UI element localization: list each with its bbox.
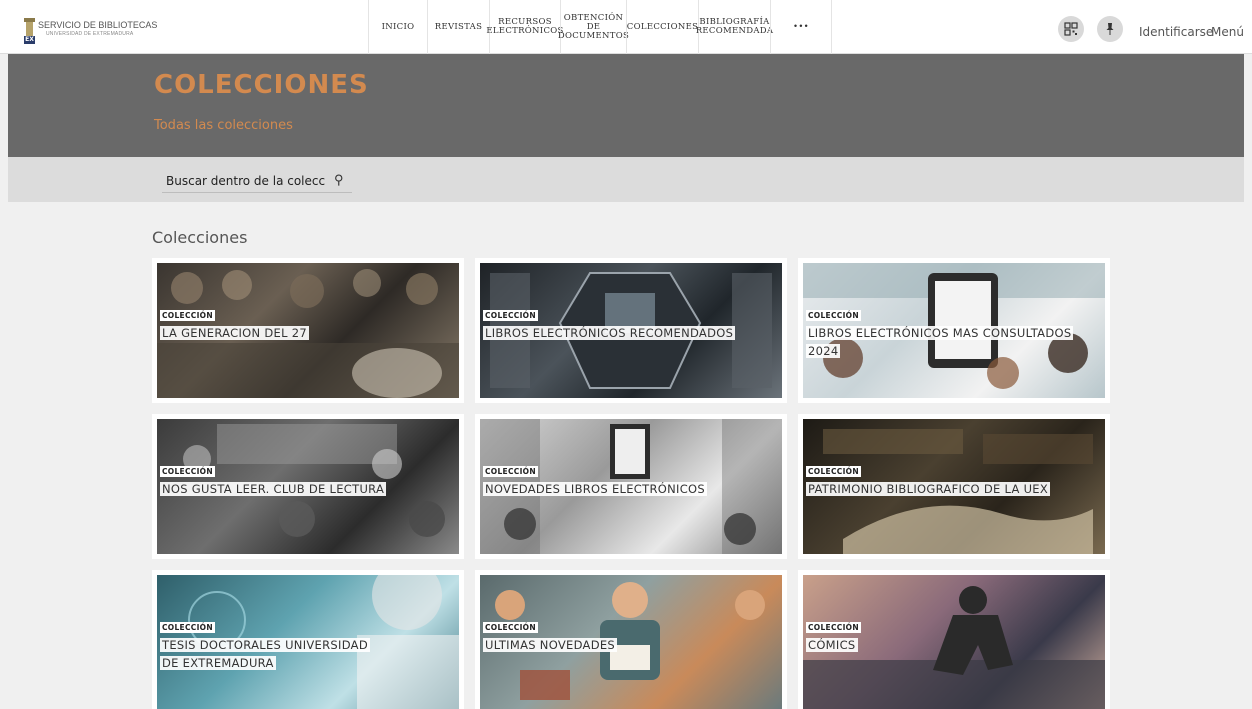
card-tag: COLECCIÓN <box>806 622 861 633</box>
collection-card[interactable]: COLECCIÓN NOVEDADES LIBROS ELECTRÓNICOS <box>475 414 787 559</box>
collection-image: COLECCIÓN PATRIMONIO BIBLIOGRAFICO DE LA… <box>803 419 1105 554</box>
qr-code-icon[interactable] <box>1058 16 1084 42</box>
section-title: Colecciones <box>152 228 248 247</box>
nav-inicio[interactable]: INICIO <box>368 0 427 54</box>
collection-card[interactable]: COLECCIÓN TESIS DOCTORALES UNIVERSIDAD D… <box>152 570 464 709</box>
card-title: LIBROS ELECTRÓNICOS MAS CONSULTADOS 2024 <box>806 324 1105 360</box>
page-banner: COLECCIONES Todas las colecciones <box>8 54 1244 157</box>
menu-button[interactable]: Menú <box>1211 25 1244 39</box>
card-title-text: LA GENERACION DEL 27 <box>160 326 309 340</box>
top-header: EX SERVICIO DE BIBLIOTECAS UNIVERSIDAD D… <box>0 0 1252 54</box>
card-tag: COLECCIÓN <box>483 310 538 321</box>
collection-image: COLECCIÓN LA GENERACION DEL 27 <box>157 263 459 398</box>
card-tag: COLECCIÓN <box>160 466 215 477</box>
collection-card[interactable]: COLECCIÓN LA GENERACION DEL 27 <box>152 258 464 403</box>
card-tag: COLECCIÓN <box>806 310 861 321</box>
library-logo[interactable]: EX SERVICIO DE BIBLIOTECAS UNIVERSIDAD D… <box>24 18 157 46</box>
card-label: COLECCIÓN NOVEDADES LIBROS ELECTRÓNICOS <box>483 461 707 498</box>
qr-code-icon-svg <box>1064 22 1078 36</box>
nav-recursos-electronicos[interactable]: RECURSOS ELECTRÓNICOS <box>486 0 564 54</box>
card-title-text: TESIS DOCTORALES UNIVERSIDAD DE EXTREMAD… <box>160 638 370 670</box>
logo-subtitle: UNIVERSIDAD DE EXTREMADURA <box>46 31 134 37</box>
card-title: PATRIMONIO BIBLIOGRAFICO DE LA UEX <box>806 480 1051 498</box>
card-tag: COLECCIÓN <box>160 622 215 633</box>
nav-bibliografia-recomendada-label: BIBLIOGRAFÍA RECOMENDADA <box>695 17 774 36</box>
nav-bibliografia-recomendada[interactable]: BIBLIOGRAFÍA RECOMENDADA <box>696 0 773 54</box>
search-box: ⚲ <box>162 171 352 193</box>
card-tag: COLECCIÓN <box>806 466 861 477</box>
pin-icon[interactable] <box>1097 16 1123 42</box>
collection-search-input[interactable] <box>166 171 326 191</box>
card-title: ULTIMAS NOVEDADES <box>483 636 618 654</box>
card-label: COLECCIÓN LIBROS ELECTRÓNICOS RECOMENDAD… <box>483 305 736 342</box>
page: EX SERVICIO DE BIBLIOTECAS UNIVERSIDAD D… <box>0 0 1252 709</box>
collection-card[interactable]: COLECCIÓN CÓMICS <box>798 570 1110 709</box>
collection-image: COLECCIÓN NOS GUSTA LEER. CLUB DE LECTUR… <box>157 419 459 554</box>
pin-icon-svg <box>1106 23 1114 35</box>
collections-section: Colecciones COLECCIÓN LA GENERACION DEL … <box>8 202 1244 709</box>
collection-card[interactable]: COLECCIÓN LIBROS ELECTRÓNICOS MAS CONSUL… <box>798 258 1110 403</box>
card-tag: COLECCIÓN <box>483 622 538 633</box>
card-title-text: NOVEDADES LIBROS ELECTRÓNICOS <box>483 482 707 496</box>
page-subtitle: Todas las colecciones <box>154 118 293 133</box>
nav-revistas[interactable]: REVISTAS <box>427 0 489 54</box>
card-title: CÓMICS <box>806 636 861 654</box>
nav-obtencion-documentos[interactable]: OBTENCIÓN DE DOCUMENTOS <box>557 0 630 54</box>
collection-image: COLECCIÓN TESIS DOCTORALES UNIVERSIDAD D… <box>157 575 459 709</box>
collection-image: COLECCIÓN CÓMICS <box>803 575 1105 709</box>
card-title-text: LIBROS ELECTRÓNICOS MAS CONSULTADOS 2024 <box>806 326 1074 358</box>
uex-logo-icon: EX <box>24 18 35 44</box>
card-label: COLECCIÓN LIBROS ELECTRÓNICOS MAS CONSUL… <box>806 305 1105 360</box>
collection-image: COLECCIÓN NOVEDADES LIBROS ELECTRÓNICOS <box>480 419 782 554</box>
nav-more-icon[interactable]: ••• <box>770 0 832 54</box>
card-label: COLECCIÓN PATRIMONIO BIBLIOGRAFICO DE LA… <box>806 461 1051 498</box>
card-label: COLECCIÓN LA GENERACION DEL 27 <box>160 305 309 342</box>
main-nav: INICIO REVISTAS RECURSOS ELECTRÓNICOS OB… <box>368 0 832 54</box>
card-title-text: ULTIMAS NOVEDADES <box>483 638 618 652</box>
card-tag: COLECCIÓN <box>483 466 538 477</box>
logo-title: SERVICIO DE BIBLIOTECAS <box>38 20 158 30</box>
card-label: COLECCIÓN TESIS DOCTORALES UNIVERSIDAD D… <box>160 617 380 672</box>
collection-card[interactable]: COLECCIÓN ULTIMAS NOVEDADES <box>475 570 787 709</box>
collection-card[interactable]: COLECCIÓN PATRIMONIO BIBLIOGRAFICO DE LA… <box>798 414 1110 559</box>
nav-colecciones[interactable]: COLECCIONES <box>626 0 698 54</box>
collection-image: COLECCIÓN LIBROS ELECTRÓNICOS RECOMENDAD… <box>480 263 782 398</box>
login-link[interactable]: Identificarse <box>1139 25 1213 39</box>
card-label: COLECCIÓN ULTIMAS NOVEDADES <box>483 617 618 654</box>
card-title: LA GENERACION DEL 27 <box>160 324 309 342</box>
page-title: COLECCIONES <box>154 70 369 100</box>
search-bar: ⚲ <box>8 157 1244 202</box>
collection-image: COLECCIÓN ULTIMAS NOVEDADES <box>480 575 782 709</box>
card-title-text: CÓMICS <box>806 638 858 652</box>
card-tag: COLECCIÓN <box>160 310 215 321</box>
card-title-text: LIBROS ELECTRÓNICOS RECOMENDADOS <box>483 326 736 340</box>
card-title-text: PATRIMONIO BIBLIOGRAFICO DE LA UEX <box>806 482 1051 496</box>
nav-recursos-electronicos-label: RECURSOS ELECTRÓNICOS <box>486 17 564 36</box>
card-title: TESIS DOCTORALES UNIVERSIDAD DE EXTREMAD… <box>160 636 380 672</box>
collection-card[interactable]: COLECCIÓN NOS GUSTA LEER. CLUB DE LECTUR… <box>152 414 464 559</box>
card-title-text: NOS GUSTA LEER. CLUB DE LECTURA <box>160 482 387 496</box>
card-title: NOS GUSTA LEER. CLUB DE LECTURA <box>160 480 387 498</box>
card-title: NOVEDADES LIBROS ELECTRÓNICOS <box>483 480 707 498</box>
card-title: LIBROS ELECTRÓNICOS RECOMENDADOS <box>483 324 736 342</box>
card-label: COLECCIÓN NOS GUSTA LEER. CLUB DE LECTUR… <box>160 461 387 498</box>
nav-obtencion-documentos-label: OBTENCIÓN DE DOCUMENTOS <box>557 12 630 41</box>
collection-card[interactable]: COLECCIÓN LIBROS ELECTRÓNICOS RECOMENDAD… <box>475 258 787 403</box>
card-label: COLECCIÓN CÓMICS <box>806 617 861 654</box>
collection-image: COLECCIÓN LIBROS ELECTRÓNICOS MAS CONSUL… <box>803 263 1105 398</box>
search-icon[interactable]: ⚲ <box>334 172 344 188</box>
